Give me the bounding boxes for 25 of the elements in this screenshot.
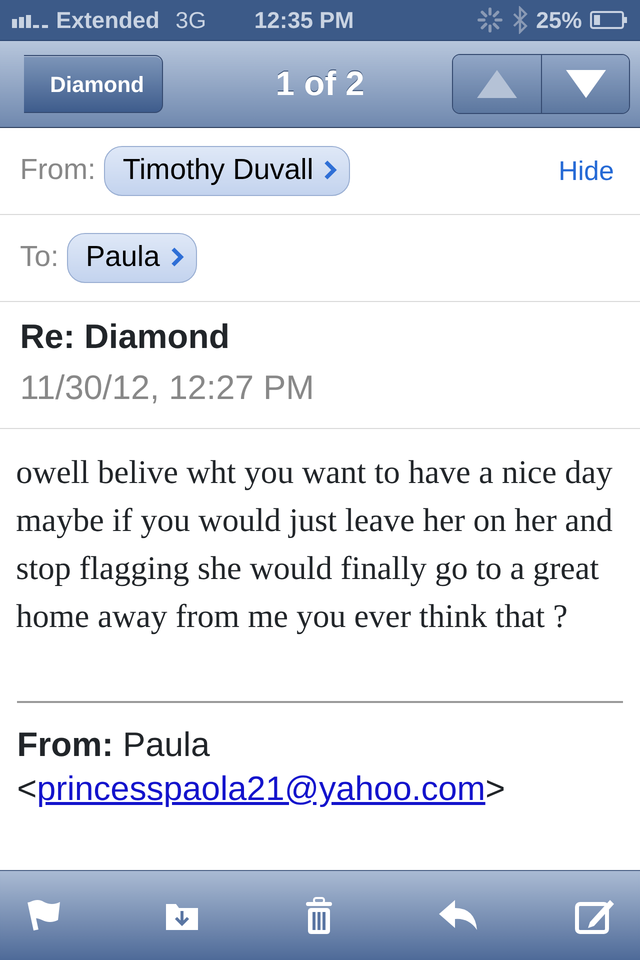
from-label: From:	[20, 153, 96, 188]
bracket: >	[485, 770, 506, 808]
back-button[interactable]: Diamond	[24, 55, 164, 113]
battery-icon	[590, 10, 628, 30]
hide-link[interactable]: Hide	[552, 150, 620, 192]
recipient-chip[interactable]: Paula	[66, 233, 197, 283]
email-date: 11/30/12, 12:27 PM	[20, 368, 314, 409]
chevron-icon	[170, 246, 184, 268]
message-body: owell belive wht you want to have a nice day maybe if you would just leave her on her and stop flagging she would finally go to a great home away from me you ever think that ?	[15, 454, 614, 637]
activity-icon	[476, 6, 504, 34]
chevron-icon	[323, 159, 338, 182]
status-time: 12:35 PM	[254, 6, 354, 35]
message-counter: 1 of 2	[276, 64, 364, 104]
quoted-from-label: From:	[17, 726, 114, 764]
bracket: <	[17, 770, 37, 808]
next-button[interactable]	[541, 55, 629, 113]
carrier-name: Extended	[56, 6, 160, 35]
bluetooth-icon	[512, 6, 528, 34]
battery-percent: 25%	[536, 6, 582, 35]
to-label: To:	[20, 240, 59, 276]
sender-chip[interactable]: Timothy Duvall	[104, 146, 350, 196]
quoted-sender-name: Paula	[122, 726, 210, 764]
email-subject: Re: Diamond	[20, 317, 230, 358]
network-type: 3G	[176, 6, 206, 35]
email-link[interactable]: princesspaola21@yahoo.com	[36, 770, 486, 808]
